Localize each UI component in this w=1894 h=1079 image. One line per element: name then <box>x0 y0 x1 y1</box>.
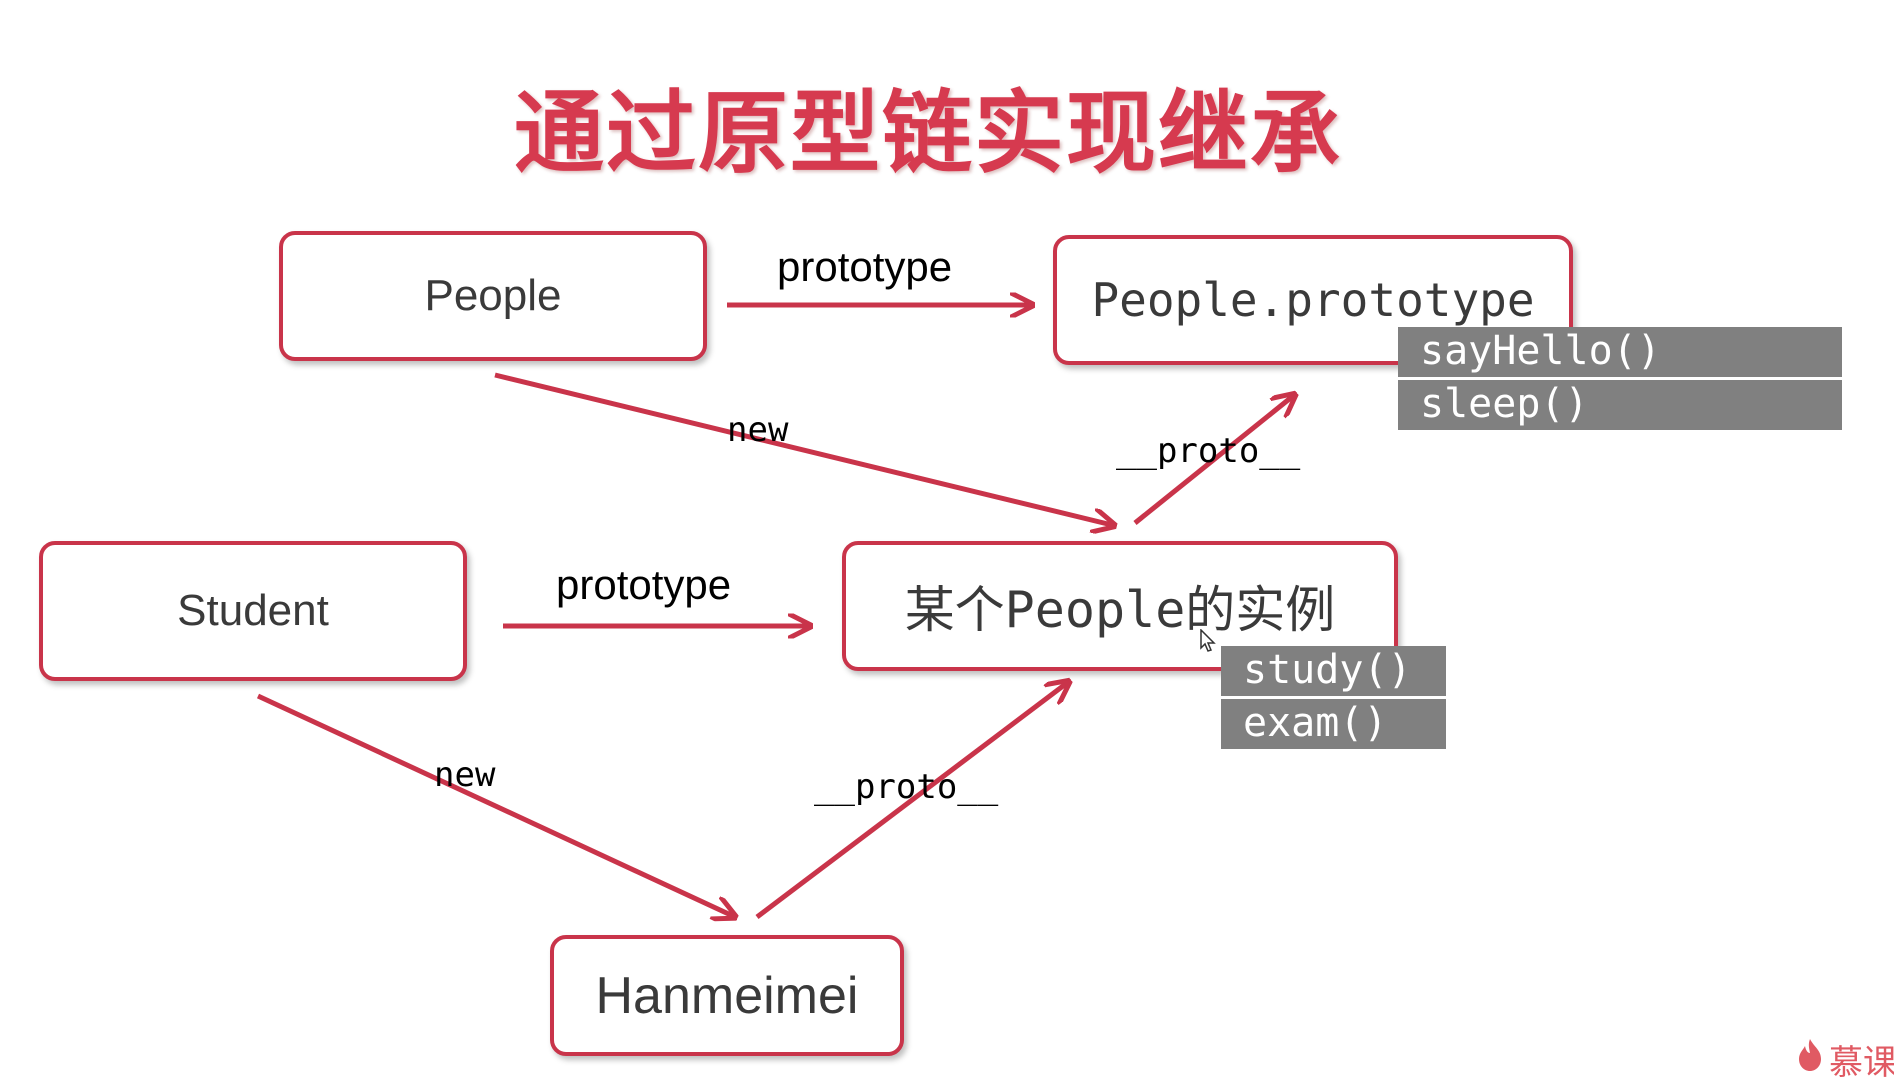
node-hanmeimei: Hanmeimei <box>550 935 904 1056</box>
edge-label-people-prototype: prototype <box>777 243 953 290</box>
flame-icon <box>1797 1038 1823 1079</box>
page-title: 通过原型链实现继承 <box>514 81 1342 186</box>
mouse-cursor-icon <box>1200 628 1216 658</box>
method-sayhello: sayHello() <box>1398 327 1842 377</box>
edge-label-student-new: new <box>434 755 496 795</box>
edge-label-hanmeimei-proto: __proto__ <box>814 767 999 807</box>
edge-label-instance-proto: __proto__ <box>1116 431 1301 471</box>
node-people: People <box>279 231 707 361</box>
method-study: study() <box>1221 646 1446 696</box>
watermark-text: 慕课 <box>1829 1043 1894 1079</box>
node-people-instance-label: 某个People的实例 <box>904 581 1336 639</box>
node-student: Student <box>39 541 467 681</box>
node-student-label: Student <box>177 586 329 635</box>
node-people-prototype-label: People.prototype <box>1091 273 1535 327</box>
watermark: 慕课 <box>1797 1035 1894 1079</box>
edge-label-student-prototype: prototype <box>556 561 732 608</box>
edge-label-people-new: new <box>727 410 789 450</box>
method-sleep: sleep() <box>1398 380 1842 430</box>
arrow-people-new <box>494 372 1112 525</box>
diagram-canvas: 通过原型链实现继承 People People.prototype Studen… <box>0 0 1894 1079</box>
method-exam: exam() <box>1221 699 1446 749</box>
node-hanmeimei-label: Hanmeimei <box>595 966 859 1025</box>
node-people-label: People <box>424 271 562 320</box>
arrow-student-new <box>256 693 733 916</box>
